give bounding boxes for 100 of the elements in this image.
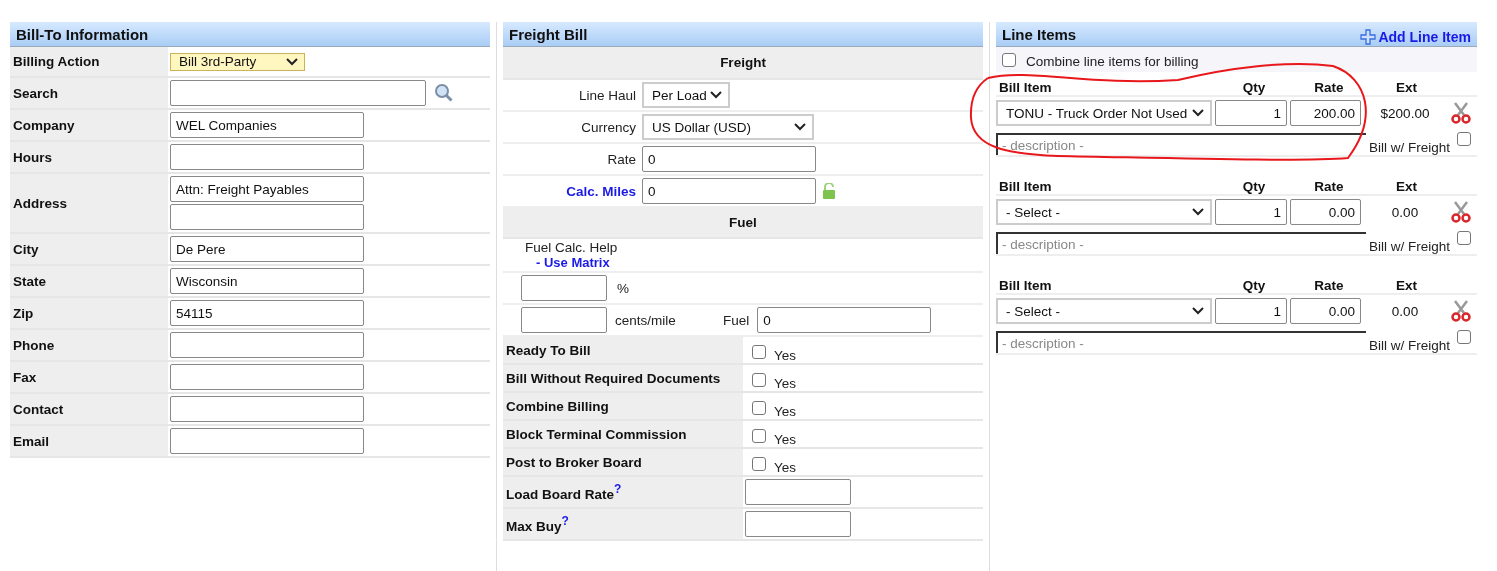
column-heading: Rate	[1313, 278, 1345, 293]
yes-label: Yes	[774, 346, 797, 363]
field-label: Billing Action	[13, 54, 100, 69]
text-field[interactable]: De Pere	[170, 236, 364, 262]
ext-amount: 0.00	[1390, 303, 1420, 319]
miles-field[interactable]: 0	[642, 178, 816, 204]
column-heading: Bill Item	[998, 278, 1053, 293]
field-label: Address	[13, 195, 68, 211]
field-label: Company	[13, 117, 75, 133]
text-field[interactable]: 54115	[170, 300, 364, 326]
field-label: Hours	[13, 149, 52, 165]
checkbox[interactable]	[1002, 52, 1016, 67]
section-heading: Fuel	[729, 215, 757, 230]
checkbox[interactable]	[752, 373, 766, 387]
qty-field[interactable]: 1	[1215, 100, 1287, 126]
field-label: State	[13, 273, 46, 289]
use-matrix-link[interactable]: - Use Matrix	[525, 255, 610, 270]
combine-label: Combine line items for billing	[1026, 53, 1199, 69]
rate-field[interactable]: 0	[642, 146, 816, 172]
field-label: Search	[13, 85, 59, 101]
fuel-label: Fuel	[723, 312, 750, 328]
column-heading: Rate	[1313, 80, 1345, 95]
dropdown-select[interactable]: US Dollar (USD)	[642, 114, 814, 140]
column-heading: Ext	[1395, 80, 1418, 95]
chevron-icon	[1192, 109, 1204, 117]
bill-with-freight-label: Bill w/ Freight	[1369, 140, 1451, 155]
yes-label: Yes	[774, 374, 797, 391]
search-field[interactable]	[170, 80, 426, 106]
rate-field[interactable]: 0.00	[1290, 298, 1361, 324]
chevron-icon	[1192, 208, 1204, 216]
scissors-icon[interactable]	[1451, 102, 1471, 124]
option-label: Bill Without Required Documents	[506, 370, 721, 386]
rate-field[interactable]: 0.00	[1290, 199, 1361, 225]
field-label: Line Haul	[577, 87, 636, 103]
ext-amount: $200.00	[1379, 105, 1431, 121]
yes-label: Yes	[774, 458, 797, 475]
scissors-icon[interactable]	[1451, 300, 1471, 322]
column-heading: Bill Item	[998, 179, 1053, 194]
checkbox[interactable]	[1457, 132, 1472, 146]
column-heading: Ext	[1395, 179, 1418, 194]
amount-label: Max Buy$^{?}$	[506, 514, 569, 534]
panel-title: Bill-To Information	[16, 25, 149, 43]
rate-field[interactable]: 200.00	[1290, 100, 1361, 126]
field-label: Fax	[13, 369, 37, 385]
option-label: Ready To Bill	[506, 342, 591, 358]
text-field[interactable]: WEL Companies	[170, 112, 364, 138]
amount-label: Load Board Rate$^{?}$	[506, 482, 622, 502]
address-field[interactable]: Attn: Freight Payables	[170, 176, 364, 202]
checkbox[interactable]	[752, 345, 766, 359]
qty-field[interactable]: 1	[1215, 298, 1287, 324]
chevron-icon	[1192, 307, 1204, 315]
option-label: Post to Broker Board	[506, 454, 642, 470]
scissors-icon[interactable]	[1451, 201, 1471, 223]
checkbox[interactable]	[1457, 231, 1472, 245]
fuel-field[interactable]: 0	[757, 307, 932, 333]
column-heading: Ext	[1395, 278, 1418, 293]
cents-per-mile-field[interactable]	[521, 307, 607, 333]
bill-item-select[interactable]: - Select -	[996, 199, 1212, 225]
text-field[interactable]	[170, 332, 364, 358]
checkbox[interactable]	[752, 457, 766, 471]
cents-unit: cents/mile	[615, 312, 677, 328]
amount-field[interactable]	[745, 511, 851, 537]
field-label: Email	[13, 433, 50, 449]
add-line-item-link[interactable]: Add Line Item	[1378, 29, 1471, 45]
checkbox[interactable]	[1457, 330, 1472, 344]
yes-label: Yes	[774, 430, 797, 447]
description-field[interactable]: - description -	[996, 331, 1366, 353]
text-field[interactable]	[170, 144, 364, 170]
field-label: Phone	[13, 337, 55, 353]
dropdown-select[interactable]: Per Load	[642, 82, 730, 108]
chevron-icon	[794, 123, 806, 131]
plus-icon[interactable]	[1360, 29, 1377, 45]
column-heading: Qty	[1241, 80, 1267, 95]
qty-field[interactable]: 1	[1215, 199, 1287, 225]
amount-field[interactable]	[745, 479, 851, 505]
field-label: Currency	[580, 119, 636, 135]
billing-action-select[interactable]: Bill 3rd-Party	[170, 52, 305, 71]
field-label: Rate	[606, 151, 636, 167]
field-label: Zip	[13, 305, 34, 321]
percent-field[interactable]	[521, 275, 607, 301]
text-field[interactable]	[170, 428, 364, 454]
column-heading: Qty	[1241, 179, 1267, 194]
checkbox[interactable]	[752, 401, 766, 415]
chevron-icon	[286, 57, 298, 66]
option-label: Block Terminal Commission	[506, 426, 687, 442]
text-field[interactable]	[170, 396, 364, 422]
bill-item-select[interactable]: - Select -	[996, 298, 1212, 324]
description-field[interactable]: - description -	[996, 232, 1366, 254]
text-field[interactable]: Wisconsin	[170, 268, 364, 294]
lock-icon[interactable]	[822, 183, 836, 199]
bill-with-freight-label: Bill w/ Freight	[1369, 338, 1451, 353]
section-heading: Freight	[720, 55, 766, 70]
calc-miles-link[interactable]: Calc. Miles	[503, 183, 636, 199]
checkbox[interactable]	[752, 429, 766, 443]
description-field[interactable]: - description -	[996, 133, 1366, 155]
address-field[interactable]	[170, 204, 364, 230]
search-icon[interactable]	[434, 83, 454, 103]
bill-item-select[interactable]: TONU - Truck Order Not Used	[996, 100, 1212, 126]
text-field[interactable]	[170, 364, 364, 390]
field-label: Contact	[13, 401, 64, 417]
